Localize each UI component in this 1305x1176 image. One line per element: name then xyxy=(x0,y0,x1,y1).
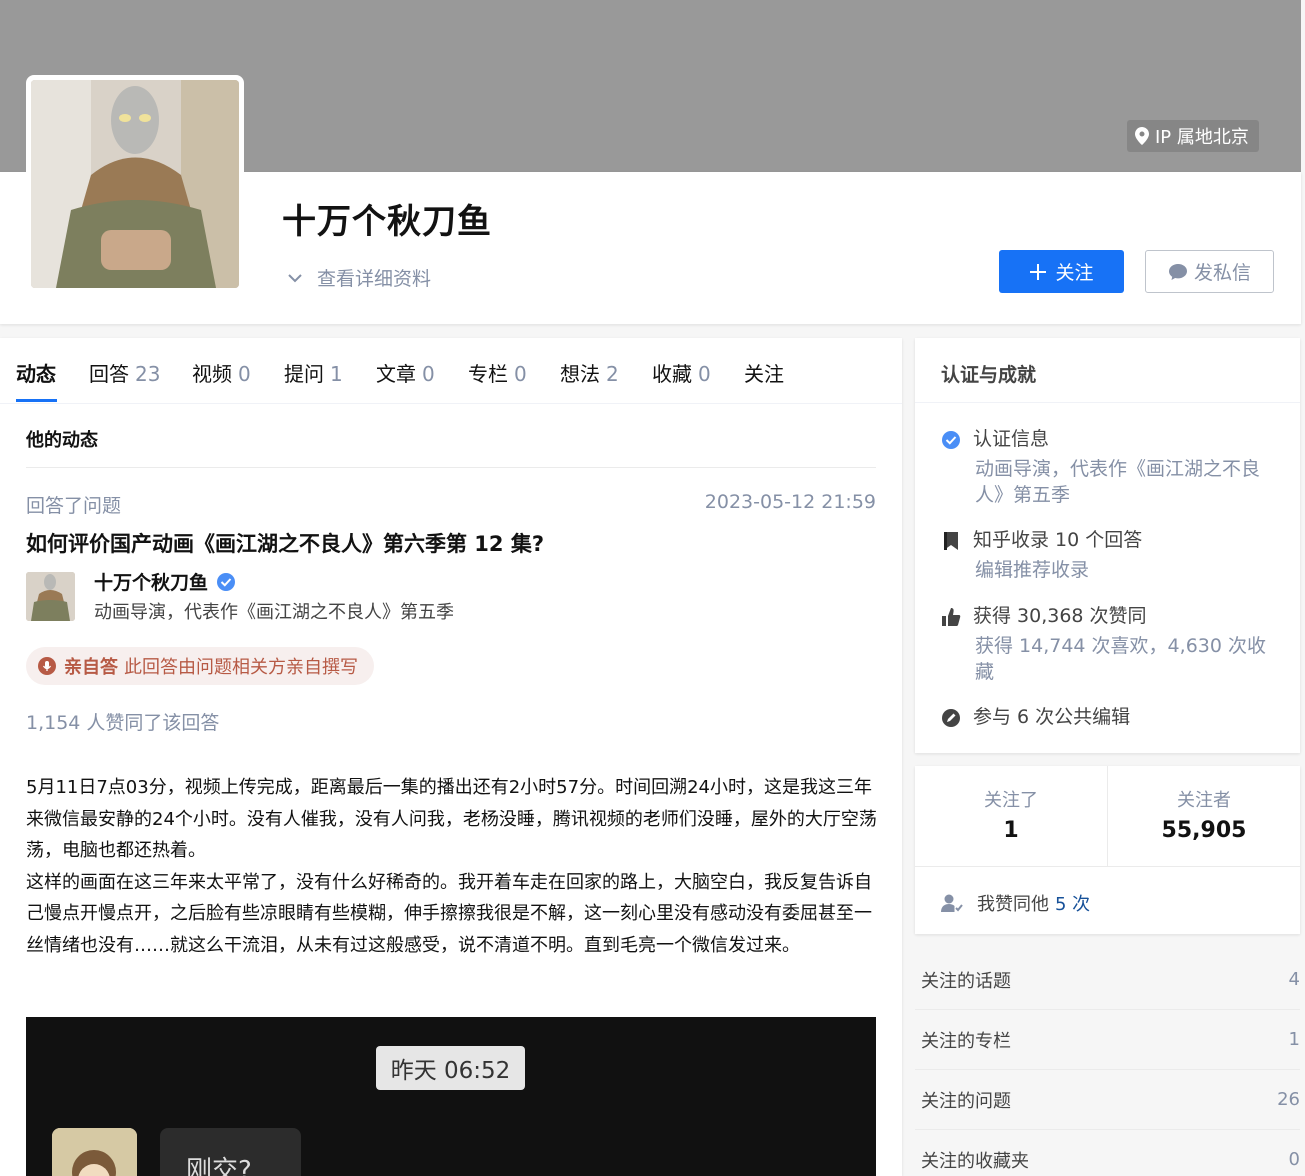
profile-name: 十万个秋刀鱼 xyxy=(282,202,492,242)
tab-thoughts[interactable]: 想法 2 xyxy=(560,358,619,387)
followers-count[interactable]: 关注者 55,905 xyxy=(1108,766,1300,866)
stat-row-topics[interactable]: 关注的话题 4 xyxy=(915,950,1300,1010)
active-tab-indicator xyxy=(16,399,57,402)
achievement-collected: 知乎收录 10 个回答 编辑推荐收录 xyxy=(941,527,1281,583)
achievements-divider xyxy=(915,402,1300,403)
profile-avatar[interactable] xyxy=(26,75,244,293)
tab-videos[interactable]: 视频 0 xyxy=(192,358,251,387)
tab-articles[interactable]: 文章 0 xyxy=(376,358,435,387)
agree-count: 5 次 xyxy=(1055,894,1091,915)
stat-row-columns[interactable]: 关注的专栏 1 xyxy=(915,1010,1300,1070)
stat-row-favorites[interactable]: 关注的收藏夹 0 xyxy=(915,1130,1300,1176)
chevron-down-icon xyxy=(288,273,302,282)
achievement-likes: 获得 30,368 次赞同 获得 14,744 次喜欢，4,630 次收藏 xyxy=(941,603,1281,685)
chat-timestamp: 昨天 06:52 xyxy=(376,1046,525,1090)
agree-line: 我赞同他 5 次 xyxy=(941,890,1090,916)
main-content: 动态 回答 23 视频 0 提问 1 文章 0 专栏 0 想法 2 收藏 0 关注 他的动态 … xyxy=(0,338,902,1176)
author-bio: 动画导演，代表作《画江湖之不良人》第五季 xyxy=(94,602,454,623)
follow-card: 关注了 1 关注者 55,905 我赞同他 5 次 xyxy=(915,766,1300,934)
vote-count: 1,154 人赞同了该回答 xyxy=(26,712,220,734)
achievement-sub: 动画导演，代表作《画江湖之不良人》第五季 xyxy=(975,458,1261,506)
tab-answers[interactable]: 回答 23 xyxy=(89,358,160,387)
plus-icon xyxy=(1030,263,1047,280)
tab-questions[interactable]: 提问 1 xyxy=(284,358,343,387)
chat-bubble-icon xyxy=(1168,263,1187,280)
following-count[interactable]: 关注了 1 xyxy=(915,766,1107,866)
answer-image[interactable]: 昨天 06:52 刚交? xyxy=(26,1017,876,1176)
profile-tabs: 动态 回答 23 视频 0 提问 1 文章 0 专栏 0 想法 2 收藏 0 关注 xyxy=(0,338,902,404)
achievements-title: 认证与成就 xyxy=(941,364,1037,386)
author-name[interactable]: 十万个秋刀鱼 xyxy=(94,568,236,595)
verified-badge-icon xyxy=(217,572,236,591)
achievement-sub: 获得 14,744 次喜欢，4,630 次收藏 xyxy=(975,635,1266,683)
microphone-icon xyxy=(38,657,56,675)
author-avatar-image xyxy=(26,572,75,621)
answer-paragraph: 这样的画面在这三年来太平常了，没有什么好稀奇的。我开着车走在回家的路上，大脑空白… xyxy=(26,871,872,956)
view-details-label: 查看详细资料 xyxy=(317,268,432,290)
achievement-verification: 认证信息 动画导演，代表作《画江湖之不良人》第五季 xyxy=(941,426,1281,508)
user-agree-icon xyxy=(941,894,963,912)
ip-location-tag: IP 属地北京 xyxy=(1127,120,1259,152)
bookmark-icon xyxy=(944,532,958,550)
stat-row-questions[interactable]: 关注的问题 26 xyxy=(915,1070,1300,1130)
private-message-button[interactable]: 发私信 xyxy=(1145,250,1274,293)
follow-divider xyxy=(915,866,1300,867)
edit-icon xyxy=(942,709,960,727)
tab-following[interactable]: 关注 xyxy=(744,358,784,387)
feed-action: 回答了问题 xyxy=(26,495,122,517)
achievement-edits: 参与 6 次公共编辑 xyxy=(941,704,1281,730)
chat-avatar-image xyxy=(52,1128,137,1176)
self-answer-badge: 亲自答 此回答由问题相关方亲自撰写 xyxy=(26,647,374,685)
self-answer-text: 此回答由问题相关方亲自撰写 xyxy=(124,657,358,678)
chat-avatar xyxy=(52,1128,137,1176)
feed-meta: 回答了问题 2023-05-12 21:59 xyxy=(26,491,876,518)
section-divider xyxy=(26,467,876,468)
question-title[interactable]: 如何评价国产动画《画江湖之不良人》第六季第 12 集? xyxy=(26,528,544,558)
author-avatar[interactable] xyxy=(26,572,75,621)
location-pin-icon xyxy=(1135,127,1149,145)
thumb-up-icon xyxy=(942,608,961,626)
ip-location-text: IP 属地北京 xyxy=(1155,127,1249,148)
answer-paragraph: 5月11日7点03分，视频上传完成，距离最后一集的播出还有2小时57分。时间回溯… xyxy=(26,777,877,861)
view-details-link[interactable]: 查看详细资料 xyxy=(287,264,431,291)
follow-button-label: 关注 xyxy=(1055,263,1094,284)
private-message-label: 发私信 xyxy=(1193,263,1251,284)
verified-icon xyxy=(942,431,960,449)
tab-activity[interactable]: 动态 xyxy=(16,358,56,387)
tab-columns[interactable]: 专栏 0 xyxy=(468,358,527,387)
self-answer-strong: 亲自答 xyxy=(64,657,118,678)
achievement-sub[interactable]: 编辑推荐收录 xyxy=(975,557,1281,583)
answer-content[interactable]: 5月11日7点03分，视频上传完成，距离最后一集的播出还有2小时57分。时间回溯… xyxy=(26,772,882,961)
avatar-figure-icon xyxy=(31,80,239,288)
following-stats-list: 关注的话题 4 关注的专栏 1 关注的问题 26 关注的收藏夹 0 xyxy=(915,950,1300,1176)
follow-button[interactable]: 关注 xyxy=(999,250,1124,293)
feed-time: 2023-05-12 21:59 xyxy=(704,491,876,513)
tab-collections[interactable]: 收藏 0 xyxy=(652,358,711,387)
section-title: 他的动态 xyxy=(26,430,98,451)
chat-bubble: 刚交? xyxy=(160,1128,301,1176)
achievements-card: 认证与成就 认证信息 动画导演，代表作《画江湖之不良人》第五季 知乎收录 10 … xyxy=(915,338,1300,753)
